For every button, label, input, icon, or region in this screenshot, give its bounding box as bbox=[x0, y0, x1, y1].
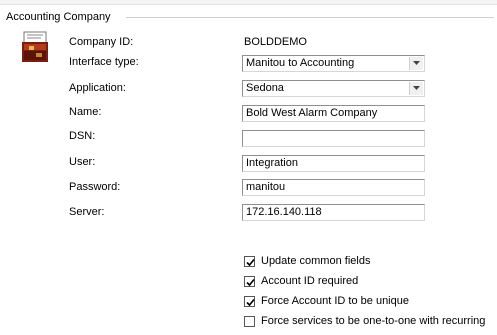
user-label: User: bbox=[69, 156, 96, 168]
user-input[interactable]: Integration bbox=[242, 155, 425, 172]
interface-type-select[interactable]: Manitou to Accounting bbox=[242, 55, 425, 72]
accounting-company-icon bbox=[21, 31, 49, 63]
name-label: Name: bbox=[69, 106, 102, 118]
interface-type-label: Interface type: bbox=[69, 56, 139, 68]
checkmark-icon bbox=[246, 298, 255, 307]
name-input[interactable]: Bold West Alarm Company bbox=[242, 105, 425, 122]
interface-type-value: Manitou to Accounting bbox=[246, 57, 355, 69]
checkmark-icon bbox=[246, 258, 255, 267]
checkbox-box[interactable] bbox=[244, 296, 255, 307]
checkbox-box[interactable] bbox=[244, 316, 255, 327]
group-divider bbox=[126, 17, 494, 18]
checkbox-label: Account ID required bbox=[261, 275, 359, 287]
checkbox-label: Force services to be one-to-one with rec… bbox=[261, 315, 486, 327]
chevron-down-icon[interactable] bbox=[409, 57, 423, 70]
company-id-value: BOLDDEMO bbox=[244, 36, 307, 48]
checkbox-label: Force Account ID to be unique bbox=[261, 295, 409, 307]
group-title: Accounting Company bbox=[6, 11, 113, 23]
dsn-input[interactable] bbox=[242, 130, 425, 147]
checkbox-box[interactable] bbox=[244, 276, 255, 287]
application-select[interactable]: Sedona bbox=[242, 80, 425, 97]
password-input[interactable]: manitou bbox=[242, 179, 425, 196]
password-label: Password: bbox=[69, 181, 121, 193]
application-value: Sedona bbox=[246, 82, 284, 94]
application-label: Application: bbox=[69, 82, 126, 94]
checkmark-icon bbox=[246, 278, 255, 287]
dsn-label: DSN: bbox=[69, 130, 96, 142]
server-input[interactable]: 172.16.140.118 bbox=[242, 204, 425, 221]
chevron-down-icon[interactable] bbox=[409, 82, 423, 95]
checkbox-box[interactable] bbox=[244, 256, 255, 267]
server-label: Server: bbox=[69, 206, 105, 218]
top-strip bbox=[0, 0, 497, 5]
checkbox-label: Update common fields bbox=[261, 255, 371, 267]
company-id-label: Company ID: bbox=[69, 36, 134, 48]
